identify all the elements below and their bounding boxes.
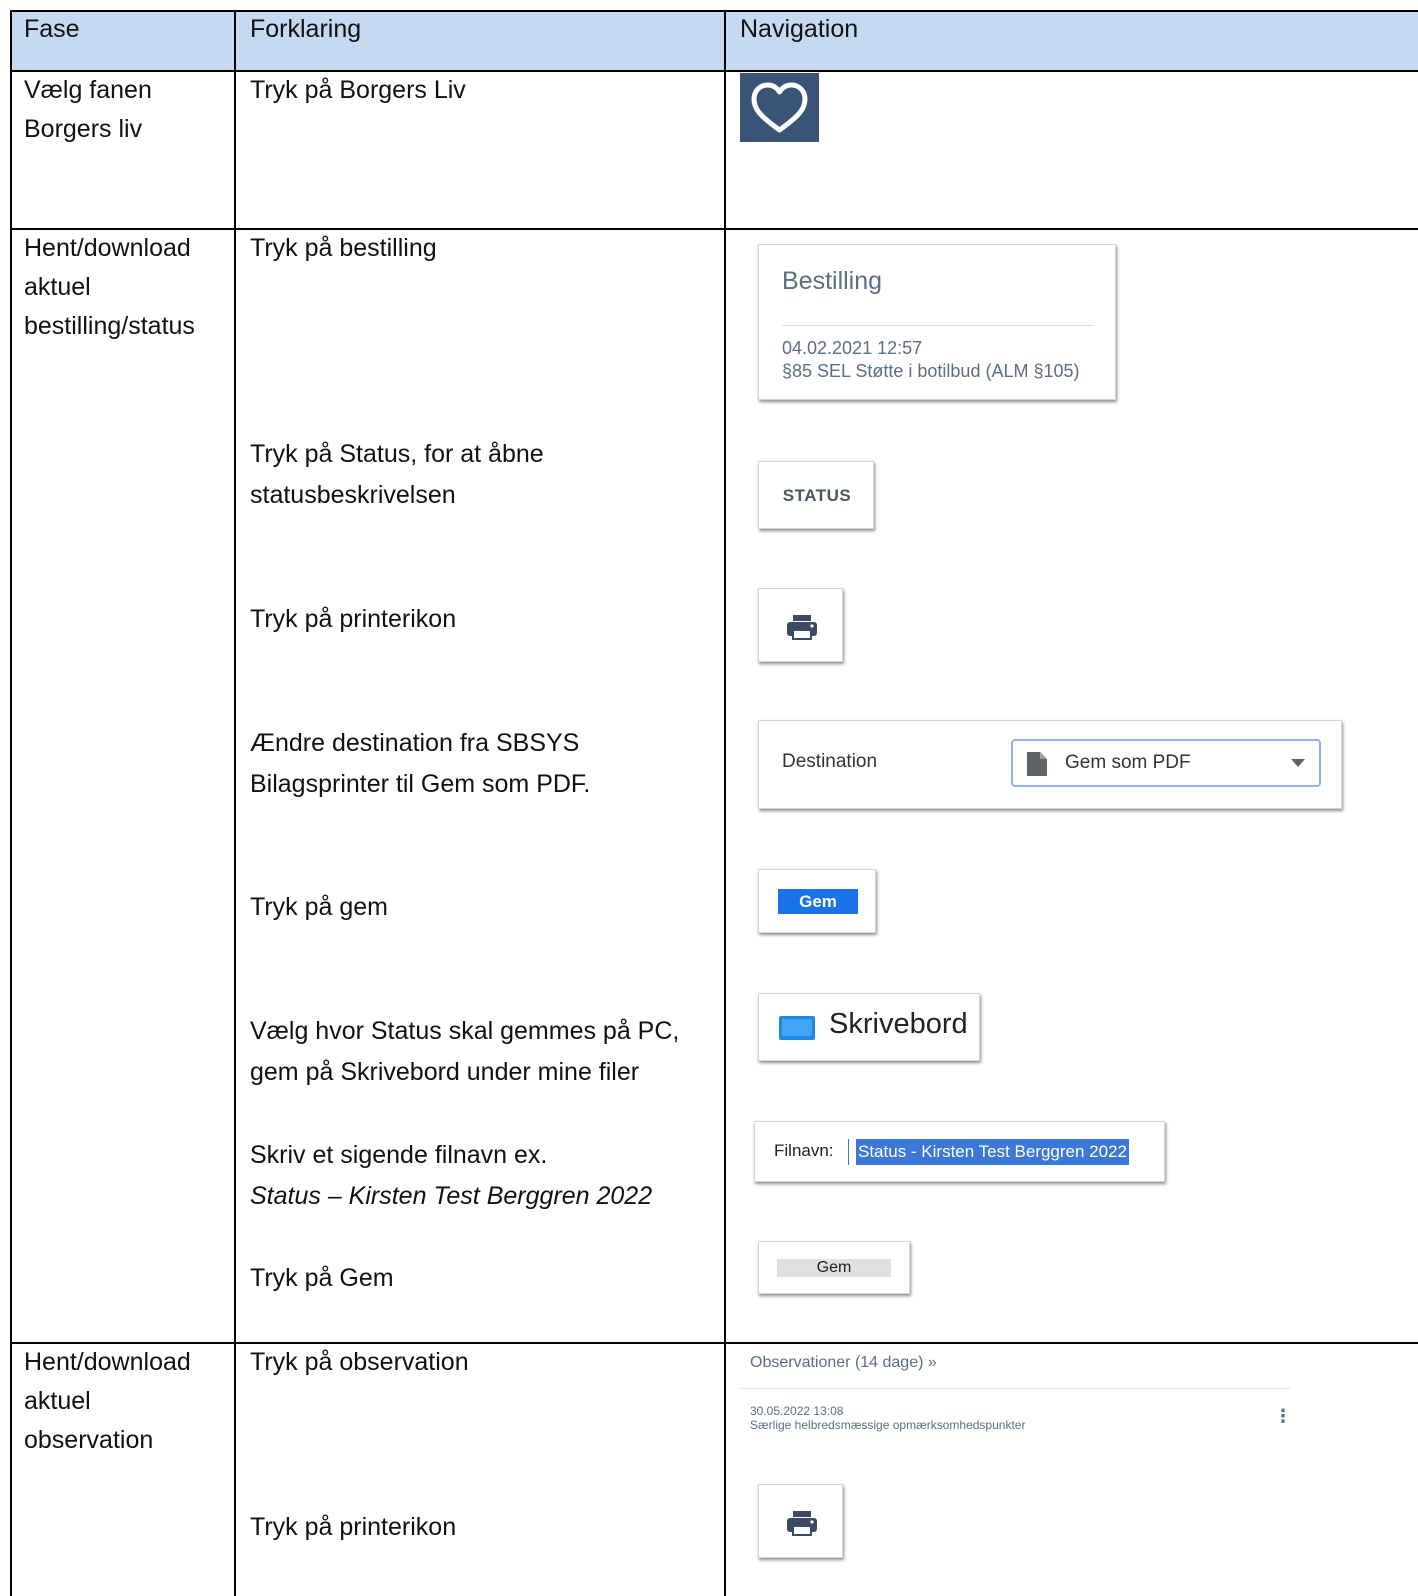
row1-fase-line2: Borgers liv (24, 115, 143, 143)
skrivebord-label: Skrivebord (829, 1008, 968, 1040)
desktop-icon (779, 1016, 815, 1040)
table-border-left (10, 10, 12, 1596)
document-icon (1027, 752, 1047, 776)
table-border-row2-bottom (10, 1342, 1418, 1344)
row3-step2: Tryk på printerikon (250, 1513, 457, 1541)
bestilling-divider (782, 325, 1094, 326)
heart-icon (751, 82, 808, 133)
filnavn-input[interactable]: Status - Kirsten Test Berggren 2022 (856, 1139, 1130, 1165)
table-border-row1-bottom (10, 228, 1418, 230)
borgers-liv-tab-button[interactable] (740, 73, 819, 142)
row2-step4-line1: Ændre destination fra SBSYS (250, 729, 580, 757)
observation-widget[interactable]: Observationer (14 dage) » 30.05.2022 13:… (740, 1346, 1292, 1442)
gem-button-card: Gem (758, 869, 876, 933)
row3-fase-line2: aktuel (24, 1387, 91, 1415)
row2-step2-line1: Tryk på Status, for at åbne (250, 440, 544, 468)
row2-fase-line2: aktuel (24, 273, 91, 301)
row2-step3: Tryk på printerikon (250, 605, 457, 633)
status-button-label: STATUS (782, 486, 852, 505)
row2-step7-line1: Skriv et sigende filnavn ex. (250, 1141, 548, 1169)
row3-fase-line1: Hent/download (24, 1348, 191, 1376)
table-border-top (10, 10, 1418, 12)
table-border-header-bottom (10, 70, 1418, 72)
observation-desc: Særlige helbredsmæssige opmærksomhedspun… (750, 1418, 1026, 1432)
bestilling-date: 04.02.2021 12:57 (782, 338, 923, 358)
filnavn-caret (848, 1139, 849, 1165)
destination-card: Destination Gem som PDF (758, 720, 1342, 809)
bestilling-card[interactable]: Bestilling 04.02.2021 12:57 §85 SEL Støt… (758, 244, 1116, 400)
row1-forklaring: Tryk på Borgers Liv (250, 76, 466, 104)
observation-title[interactable]: Observationer (14 dage) » (750, 1354, 937, 1372)
row2-step1: Tryk på bestilling (250, 234, 437, 262)
filnavn-label: Filnavn: (774, 1141, 834, 1160)
row2-fase-line1: Hent/download (24, 234, 191, 262)
printer-button-observation[interactable] (758, 1484, 843, 1558)
row3-step1: Tryk på observation (250, 1348, 469, 1376)
row2-step7-line2: Status – Kirsten Test Berggren 2022 (250, 1182, 653, 1210)
chevron-down-icon (1291, 759, 1305, 767)
bestilling-title: Bestilling (782, 267, 883, 295)
header-navigation: Navigation (740, 15, 859, 43)
more-vert-icon[interactable]: ⋮ (1274, 1406, 1292, 1427)
destination-label: Destination (782, 751, 878, 772)
row2-step6-line1: Vælg hvor Status skal gemmes på PC, (250, 1017, 680, 1045)
row2-step6-line2: gem på Skrivebord under mine filer (250, 1058, 640, 1086)
row2-step5: Tryk på gem (250, 893, 389, 921)
row2-step8: Tryk på Gem (250, 1264, 394, 1292)
printer-button[interactable] (758, 588, 843, 662)
row2-step4-line2: Bilagsprinter til Gem som PDF. (250, 770, 591, 798)
gem-dialog-card: Gem (758, 1241, 910, 1294)
filnavn-field-card: Filnavn: Status - Kirsten Test Berggren … (754, 1121, 1165, 1182)
row2-step2-line2: statusbeskrivelsen (250, 481, 456, 509)
printer-icon (787, 1511, 817, 1536)
skrivebord-folder[interactable]: Skrivebord (758, 993, 980, 1061)
table-border-col1 (234, 10, 236, 1596)
header-fase: Fase (24, 15, 80, 43)
header-forklaring: Forklaring (250, 15, 362, 43)
row3-fase-line3: observation (24, 1426, 154, 1454)
status-button[interactable]: STATUS (758, 461, 874, 529)
observation-date: 30.05.2022 13:08 (750, 1404, 844, 1418)
printer-icon (787, 615, 817, 640)
gem-button-blue[interactable]: Gem (778, 889, 858, 914)
destination-value: Gem som PDF (1065, 752, 1191, 773)
table-header-row (11, 10, 1418, 71)
row2-fase-line3: bestilling/status (24, 312, 195, 340)
destination-select[interactable]: Gem som PDF (1011, 739, 1321, 787)
row1-fase-line1: Vælg fanen (24, 76, 152, 104)
bestilling-desc: §85 SEL Støtte i botilbud (ALM §105) (782, 361, 1080, 381)
gem-button-grey[interactable]: Gem (777, 1259, 891, 1277)
observation-divider (740, 1388, 1290, 1389)
table-border-col2 (724, 10, 726, 1596)
